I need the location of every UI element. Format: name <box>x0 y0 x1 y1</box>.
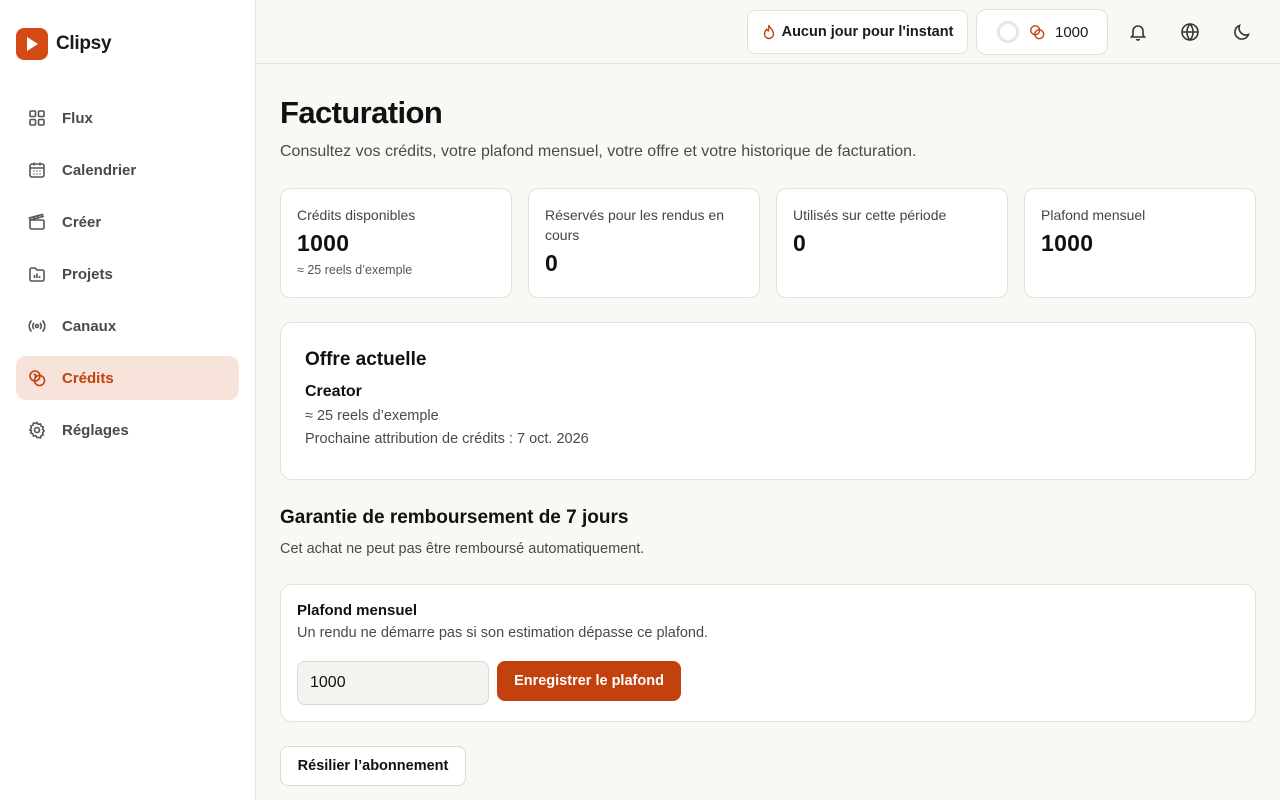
stat-label: Utilisés sur cette période <box>793 207 947 223</box>
sidebar: Clipsy Flux Calendrier Créer Projets Can… <box>0 0 256 800</box>
stat-value: 1000 <box>1041 230 1094 256</box>
sidebar-item-label: Canaux <box>62 317 117 335</box>
sidebar-item-label: Crédits <box>62 369 114 387</box>
logo-play-icon <box>16 28 48 60</box>
sidebar-item-label: Réglages <box>62 421 129 439</box>
cancel-subscription-button[interactable]: Résilier l’abonnement <box>280 746 466 786</box>
monthly-cap-card: Plafond mensuel Un rendu ne démarre pas … <box>280 584 1256 722</box>
cap-description: Un rendu ne démarre pas si son estimatio… <box>297 625 709 641</box>
offer-plan-name: Creator <box>305 383 362 400</box>
bell-icon[interactable] <box>1126 20 1150 44</box>
stat-card-available: Crédits disponibles 1000 ≈ 25 reels d’ex… <box>280 188 512 298</box>
sidebar-item-flux[interactable]: Flux <box>16 96 239 140</box>
gear-icon <box>28 421 46 439</box>
credits-balance-button[interactable]: 1000 <box>976 9 1108 55</box>
progress-ring-icon <box>997 21 1019 43</box>
guarantee-title: Garantie de remboursement de 7 jours <box>280 507 629 528</box>
clapperboard-icon <box>28 213 45 230</box>
save-cap-button[interactable]: Enregistrer le plafond <box>497 661 681 701</box>
sidebar-item-canaux[interactable]: Canaux <box>16 304 239 348</box>
sidebar-item-calendrier[interactable]: Calendrier <box>16 148 239 192</box>
streak-button[interactable]: Aucun jour pour l'instant <box>747 10 968 54</box>
stat-label: Réservés pour les rendus en cours <box>545 207 724 243</box>
sidebar-item-credits[interactable]: Crédits <box>16 356 239 400</box>
grid-icon <box>29 110 45 126</box>
stat-card-reserved: Réservés pour les rendus en cours 0 <box>528 188 760 298</box>
brand-name: Clipsy <box>56 33 112 54</box>
credits-value: 1000 <box>1055 23 1089 41</box>
broadcast-icon <box>28 319 46 333</box>
sidebar-item-creer[interactable]: Créer <box>16 200 239 244</box>
sidebar-nav: Flux Calendrier Créer Projets Canaux Cré… <box>16 96 239 460</box>
stat-label: Plafond mensuel <box>1041 207 1146 223</box>
folder-chart-icon <box>29 267 45 282</box>
sidebar-item-label: Flux <box>62 109 93 127</box>
sidebar-item-projets[interactable]: Projets <box>16 252 239 296</box>
guarantee-text: Cet achat ne peut pas être remboursé aut… <box>280 541 645 557</box>
top-header: Aucun jour pour l'instant 1000 <box>256 0 1280 64</box>
cap-title: Plafond mensuel <box>297 602 418 619</box>
page-subtitle: Consultez vos crédits, votre plafond men… <box>280 143 917 160</box>
flame-icon <box>763 24 774 40</box>
streak-label: Aucun jour pour l'instant <box>781 24 954 40</box>
moon-icon[interactable] <box>1230 20 1254 44</box>
sidebar-item-label: Projets <box>62 265 113 283</box>
offer-title: Offre actuelle <box>305 349 427 370</box>
calendar-icon <box>29 162 45 178</box>
globe-icon[interactable] <box>1178 20 1202 44</box>
offer-estimate: ≈ 25 reels d’exemple <box>305 408 439 424</box>
coins-icon <box>1030 25 1045 40</box>
stat-card-used: Utilisés sur cette période 0 <box>776 188 1008 298</box>
brand[interactable]: Clipsy <box>16 28 112 60</box>
sidebar-item-label: Créer <box>62 213 102 231</box>
stat-label: Crédits disponibles <box>297 207 416 223</box>
stat-hint: ≈ 25 reels d’exemple <box>297 263 413 277</box>
current-offer-card: Offre actuelle Creator ≈ 25 reels d’exem… <box>280 322 1256 480</box>
sidebar-item-reglages[interactable]: Réglages <box>16 408 239 452</box>
page-title: Facturation <box>280 95 443 130</box>
offer-next-credits: Prochaine attribution de crédits : 7 oct… <box>305 431 589 447</box>
stat-value: 0 <box>545 250 559 276</box>
coins-icon <box>29 370 46 387</box>
stat-value: 1000 <box>297 230 350 256</box>
stat-value: 0 <box>793 230 807 256</box>
monthly-cap-input[interactable] <box>297 661 489 705</box>
sidebar-item-label: Calendrier <box>62 161 137 179</box>
stat-card-monthly-cap: Plafond mensuel 1000 <box>1024 188 1256 298</box>
